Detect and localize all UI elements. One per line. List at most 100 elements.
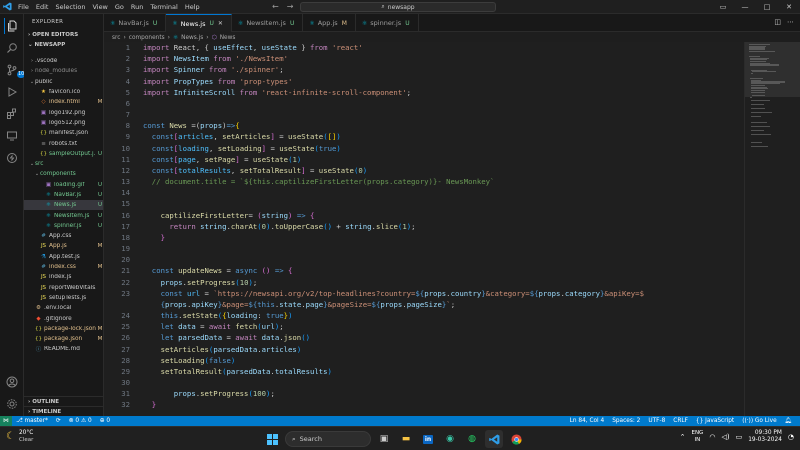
tree-file[interactable]: ★ favicon.ico bbox=[24, 87, 103, 97]
code-line[interactable]: 11 const[page, setPage] = useState(1) bbox=[104, 154, 744, 165]
tree-file[interactable]: ▣ logo192.png bbox=[24, 107, 103, 117]
more-actions-icon[interactable]: ⋯ bbox=[787, 18, 794, 26]
tree-file[interactable]: ⚙ .env.local bbox=[24, 303, 103, 313]
tree-file[interactable]: JS App.js M bbox=[24, 241, 103, 251]
code-line[interactable]: 6 bbox=[104, 98, 744, 109]
tree-file[interactable]: {} manifest.json bbox=[24, 128, 103, 138]
menu-help[interactable]: Help bbox=[185, 3, 200, 11]
code-line[interactable]: 30 bbox=[104, 377, 744, 388]
open-editors-section[interactable]: › OPEN EDITORS bbox=[24, 30, 103, 40]
minimize-icon[interactable]: — bbox=[734, 0, 756, 14]
end-of-line[interactable]: CRLF bbox=[673, 418, 688, 424]
account-icon[interactable] bbox=[4, 374, 20, 390]
code-line[interactable]: 17 return string.charAt(0).toUpperCase()… bbox=[104, 221, 744, 232]
chevron-up-icon[interactable]: ⌃ bbox=[680, 433, 686, 441]
tree-file[interactable]: ⚛ News.js U bbox=[24, 200, 103, 211]
forward-arrow-icon[interactable]: → bbox=[287, 2, 294, 11]
code-line[interactable]: 4 import PropTypes from 'prop-types' bbox=[104, 76, 744, 87]
split-editor-icon[interactable]: ◫ bbox=[774, 18, 781, 26]
minimap[interactable] bbox=[744, 42, 800, 416]
code-line[interactable]: 7 bbox=[104, 109, 744, 120]
clock[interactable]: 09:30 PM 19-03-2024 bbox=[748, 430, 782, 444]
encoding[interactable]: UTF-8 bbox=[648, 418, 665, 424]
tree-folder[interactable]: ⌄ components bbox=[24, 169, 103, 179]
volume-icon[interactable]: ◁) bbox=[721, 433, 729, 441]
chrome-icon[interactable] bbox=[507, 430, 525, 448]
close-icon[interactable]: ✕ bbox=[778, 0, 800, 14]
windows-start-icon[interactable] bbox=[263, 430, 281, 448]
code-line[interactable]: 5 import InfiniteScroll from 'react-infin… bbox=[104, 87, 744, 98]
vscode-taskbar-icon[interactable] bbox=[485, 430, 503, 448]
battery-icon[interactable]: ▭ bbox=[736, 433, 743, 441]
editor-tab[interactable]: ⚛ NavBar.js U bbox=[104, 14, 167, 32]
tree-file[interactable]: # App.css bbox=[24, 231, 103, 241]
code-line[interactable]: 27 setArticles(parsedData.articles) bbox=[104, 344, 744, 355]
wifi-icon[interactable]: ◠ bbox=[709, 433, 715, 441]
weather-widget[interactable]: ☾ 20°C Clear bbox=[6, 430, 33, 443]
code-line[interactable]: 23 const url = `https://newsapi.org/v2/t… bbox=[104, 288, 744, 299]
tree-file[interactable]: ◇ index.html M bbox=[24, 97, 103, 107]
file-explorer-icon[interactable]: ▬ bbox=[397, 430, 415, 448]
tree-file[interactable]: JS index.js bbox=[24, 272, 103, 282]
taskbar-search-input[interactable]: ⌕ Search bbox=[285, 431, 371, 447]
code-line[interactable]: 9 const[articles, setArticles] = useStat… bbox=[104, 131, 744, 142]
source-control-icon[interactable]: 10 bbox=[4, 62, 26, 78]
menu-terminal[interactable]: Terminal bbox=[150, 3, 177, 11]
settings-gear-icon[interactable] bbox=[4, 396, 20, 412]
back-arrow-icon[interactable]: ← bbox=[272, 2, 279, 11]
code-line[interactable]: 10 const[loading, setLoading] = useState… bbox=[104, 143, 744, 154]
breadcrumb-item[interactable]: News bbox=[220, 35, 236, 41]
close-tab-icon[interactable]: ✕ bbox=[218, 20, 223, 27]
code-line[interactable]: 31 props.setProgress(100); bbox=[104, 388, 744, 399]
tree-folder[interactable]: › node_modules bbox=[24, 66, 103, 76]
editor-tab[interactable]: ⚛ App.js M bbox=[303, 14, 356, 32]
layout-icon[interactable]: ▭ bbox=[712, 0, 734, 14]
tree-file[interactable]: # index.css M bbox=[24, 262, 103, 272]
language-mode[interactable]: {} JavaScript bbox=[696, 418, 734, 424]
code-line[interactable]: 32 } bbox=[104, 399, 744, 410]
indentation[interactable]: Spaces: 2 bbox=[612, 418, 640, 424]
notifications-bell-icon[interactable]: 🔔︎ bbox=[785, 418, 792, 424]
code-line[interactable]: 22 props.setProgress(10); bbox=[104, 277, 744, 288]
breadcrumb-item[interactable]: src bbox=[112, 35, 120, 41]
code-editor[interactable]: 1 import React, { useEffect, useState } f… bbox=[104, 42, 744, 416]
tree-file[interactable]: ⓘ README.md bbox=[24, 344, 103, 354]
run-debug-icon[interactable] bbox=[4, 84, 20, 100]
code-line[interactable]: 28 setLoading(false) bbox=[104, 355, 744, 366]
tree-file[interactable]: JSreportWebVitals.js bbox=[24, 283, 103, 293]
code-line[interactable]: 20 bbox=[104, 254, 744, 265]
search-icon[interactable] bbox=[4, 40, 20, 56]
breadcrumb-item[interactable]: News.js bbox=[181, 35, 203, 41]
editor-tab[interactable]: ⚛ spinner.js U bbox=[356, 14, 419, 32]
edge-browser-icon[interactable]: ◉ bbox=[441, 430, 459, 448]
branch-indicator[interactable]: ⎇ master* bbox=[16, 418, 48, 424]
tree-file[interactable]: ⚛ NewsItem.js U bbox=[24, 210, 103, 220]
explorer-files-icon[interactable] bbox=[4, 18, 20, 34]
menu-run[interactable]: Run bbox=[131, 3, 143, 11]
menu-view[interactable]: View bbox=[92, 3, 107, 11]
tree-folder[interactable]: ⌄ public bbox=[24, 77, 103, 87]
outline-section[interactable]: › OUTLINE bbox=[24, 396, 103, 406]
tree-file[interactable]: {} package-lock.json M bbox=[24, 324, 103, 334]
timeline-section[interactable]: › TIMELINE bbox=[24, 406, 103, 416]
tree-file[interactable]: ⚛ spinner.js U bbox=[24, 221, 103, 231]
code-line[interactable]: 21 const updateNews = async () => { bbox=[104, 265, 744, 276]
language-indicator[interactable]: ENG IN bbox=[691, 430, 703, 444]
code-line[interactable]: 26 let parsedData = await data.json() bbox=[104, 332, 744, 343]
code-line[interactable]: 2 import NewsItem from './NewsItem' bbox=[104, 53, 744, 64]
menu-edit[interactable]: Edit bbox=[36, 3, 49, 11]
go-live-button[interactable]: ((·)) Go Live bbox=[742, 418, 776, 424]
tree-file[interactable]: ⚛ NavBar.js U bbox=[24, 190, 103, 200]
code-line[interactable]: 25 let data = await fetch(url); bbox=[104, 321, 744, 332]
tree-folder[interactable]: ⌄ src bbox=[24, 159, 103, 169]
sync-icon[interactable]: ⟳ bbox=[56, 418, 61, 424]
tree-file[interactable]: {} sampleOutput.j... U bbox=[24, 149, 103, 159]
linkedin-icon[interactable]: in bbox=[419, 430, 437, 448]
code-line[interactable]: 24 this.setState({loading: true}) bbox=[104, 310, 744, 321]
code-line[interactable]: 19 bbox=[104, 243, 744, 254]
code-line[interactable]: 15 bbox=[104, 198, 744, 209]
tree-folder[interactable]: › .vscode bbox=[24, 56, 103, 66]
tree-file[interactable]: JS setupTests.js bbox=[24, 293, 103, 303]
code-line[interactable]: 13 // document.title = `${this.captilize… bbox=[104, 176, 744, 187]
cursor-position[interactable]: Ln 84, Col 4 bbox=[570, 418, 605, 424]
